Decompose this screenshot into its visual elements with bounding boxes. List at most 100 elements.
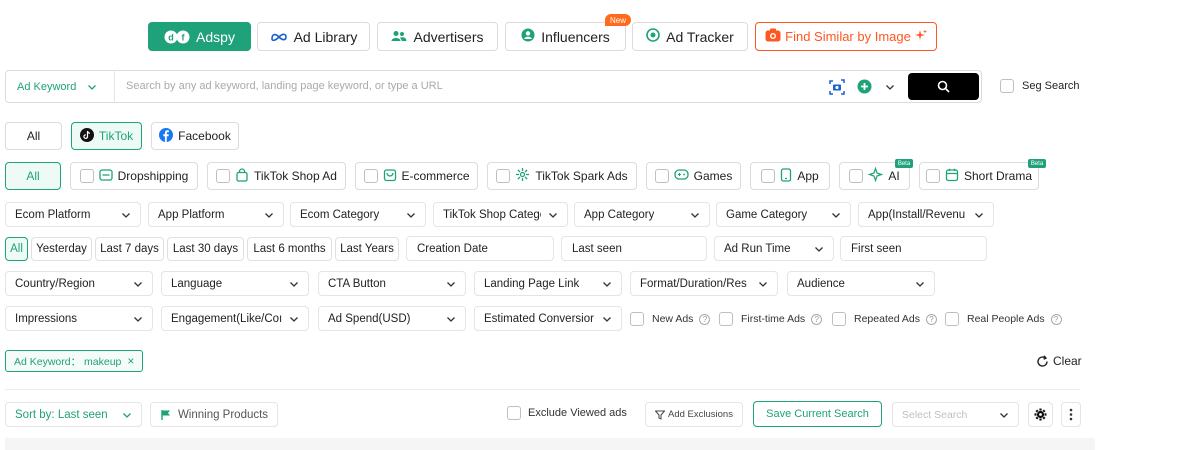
exclude-viewed-ads-filter[interactable]: Exclude Viewed ads xyxy=(507,406,627,420)
time-all[interactable]: All xyxy=(5,237,28,261)
app-category-dropdown[interactable]: App Category xyxy=(574,202,710,227)
repeated-ads-checkbox[interactable] xyxy=(832,312,846,326)
platform-tiktok[interactable]: TikTok xyxy=(71,122,142,150)
new-badge: New xyxy=(605,14,631,26)
help-icon[interactable]: ? xyxy=(925,313,937,325)
app-platform-dropdown[interactable]: App Platform xyxy=(148,202,284,227)
help-icon[interactable]: ? xyxy=(1050,313,1062,325)
ecom-platform-dropdown[interactable]: Ecom Platform xyxy=(5,202,141,227)
engagement-dropdown[interactable]: Engagement(Like/Coı xyxy=(161,306,309,331)
impressions-dropdown[interactable]: Impressions xyxy=(5,306,153,331)
find-similar-by-image-button[interactable]: Find Similar by Image xyxy=(755,22,937,51)
format-label: Format/Duration/Res xyxy=(640,277,747,290)
category-all[interactable]: All xyxy=(5,162,61,190)
cta-button-dropdown[interactable]: CTA Button xyxy=(318,271,466,296)
chevron-down-icon xyxy=(916,281,924,287)
category-app-checkbox[interactable] xyxy=(761,169,776,183)
first-time-ads-filter[interactable]: First-time Ads ? xyxy=(719,312,823,326)
country-region-dropdown[interactable]: Country/Region xyxy=(5,271,153,296)
add-exclusions-label: Add Exclusions xyxy=(668,409,733,420)
category-spark-ads-checkbox[interactable] xyxy=(496,169,511,183)
time-last-years[interactable]: Last Years xyxy=(335,237,399,261)
platform-all[interactable]: All xyxy=(5,122,62,150)
clear-button[interactable]: Clear xyxy=(1036,354,1082,368)
ecom-category-dropdown[interactable]: Ecom Category xyxy=(290,202,426,227)
first-seen-input[interactable]: First seen xyxy=(840,236,987,261)
real-people-ads-filter[interactable]: Real People Ads ? xyxy=(945,312,1062,326)
category-dropshipping[interactable]: Dropshipping xyxy=(70,162,198,190)
category-tiktok-shop-ad-checkbox[interactable] xyxy=(216,169,231,183)
tab-adspy[interactable]: df Adspy xyxy=(148,22,251,51)
search-button[interactable] xyxy=(908,73,979,100)
tab-ad-tracker-label: Ad Tracker xyxy=(666,28,734,45)
platform-facebook[interactable]: Facebook xyxy=(151,122,239,150)
add-exclusions-button[interactable]: Add Exclusions xyxy=(645,402,743,427)
category-app[interactable]: App xyxy=(750,162,830,190)
search-type-label: Ad Keyword xyxy=(17,80,77,93)
app-install-revenue-dropdown[interactable]: App(Install/Revenu xyxy=(858,202,994,227)
help-icon[interactable]: ? xyxy=(811,313,823,325)
seg-search-label: Seg Search xyxy=(1022,80,1080,92)
real-people-ads-checkbox[interactable] xyxy=(945,312,959,326)
last-seen-input[interactable]: Last seen xyxy=(561,236,707,261)
more-options-button[interactable] xyxy=(1061,402,1081,427)
new-ads-filter[interactable]: New Ads ? xyxy=(630,312,711,326)
close-icon[interactable]: × xyxy=(127,354,134,368)
tiktok-shop-category-dropdown[interactable]: TikTok Shop Categé xyxy=(433,202,568,227)
meta-icon xyxy=(270,29,288,45)
category-ecommerce[interactable]: E-commerce xyxy=(355,162,478,190)
add-circle-icon[interactable] xyxy=(857,79,872,97)
select-search-dropdown[interactable]: Select Search xyxy=(892,402,1019,427)
category-games[interactable]: Games xyxy=(646,162,741,190)
settings-button[interactable] xyxy=(1028,402,1053,427)
format-duration-dropdown[interactable]: Format/Duration/Res xyxy=(630,271,778,296)
first-seen-label: First seen xyxy=(851,242,902,255)
category-short-drama[interactable]: Short Drama xyxy=(919,162,1039,190)
game-category-dropdown[interactable]: Game Category xyxy=(716,202,851,227)
search-options-chevron-icon[interactable] xyxy=(884,81,896,96)
ad-spend-label: Ad Spend(USD) xyxy=(328,312,411,325)
camera-icon xyxy=(765,28,781,45)
seg-search-box[interactable] xyxy=(1000,79,1014,93)
category-ai-checkbox[interactable] xyxy=(849,169,864,183)
language-dropdown[interactable]: Language xyxy=(161,271,309,296)
time-last6m-label: Last 6 months xyxy=(253,243,326,255)
creation-date-input[interactable]: Creation Date xyxy=(406,236,554,261)
new-ads-checkbox[interactable] xyxy=(630,312,644,326)
save-current-search-button[interactable]: Save Current Search xyxy=(753,401,882,427)
time-yesterday[interactable]: Yesterday xyxy=(31,237,92,261)
image-search-icon[interactable] xyxy=(829,79,845,98)
repeated-ads-filter[interactable]: Repeated Ads ? xyxy=(832,312,937,326)
sort-dropdown[interactable]: Sort by: Last seen xyxy=(5,402,142,427)
tab-advertisers[interactable]: Advertisers xyxy=(377,22,498,51)
search-type-select[interactable]: Ad Keyword xyxy=(5,70,115,103)
help-icon[interactable]: ? xyxy=(699,313,711,325)
category-short-drama-checkbox[interactable] xyxy=(925,169,940,183)
ai-beta-badge: Beta xyxy=(895,159,913,168)
app-category-label: App Category xyxy=(584,208,655,221)
tab-ad-tracker[interactable]: Ad Tracker xyxy=(632,22,748,51)
first-time-ads-checkbox[interactable] xyxy=(719,312,733,326)
time-last-7-days[interactable]: Last 7 days xyxy=(95,237,164,261)
filter-icon xyxy=(655,410,666,420)
time-last-30-days[interactable]: Last 30 days xyxy=(167,237,244,261)
seg-search-checkbox[interactable]: Seg Search xyxy=(1000,79,1079,93)
time-last-6-months[interactable]: Last 6 months xyxy=(247,237,332,261)
tab-influencers[interactable]: Influencers xyxy=(505,22,626,51)
category-tiktok-spark-ads[interactable]: TikTok Spark Ads xyxy=(487,162,637,190)
search-input[interactable]: Search by any ad keyword, landing page k… xyxy=(126,80,443,92)
category-dropshipping-checkbox[interactable] xyxy=(79,169,94,183)
exclude-viewed-checkbox[interactable] xyxy=(507,406,521,420)
audience-dropdown[interactable]: Audience xyxy=(787,271,935,296)
estimated-conversion-dropdown[interactable]: Estimated Conversior xyxy=(474,306,622,331)
category-games-checkbox[interactable] xyxy=(654,169,669,183)
category-ecommerce-checkbox[interactable] xyxy=(363,169,378,183)
ad-spend-dropdown[interactable]: Ad Spend(USD) xyxy=(318,306,466,331)
platform-tiktok-label: TikTok xyxy=(98,129,134,143)
audience-label: Audience xyxy=(797,277,845,290)
ad-run-time-dropdown[interactable]: Ad Run Time xyxy=(714,236,834,261)
category-tiktok-shop-ad[interactable]: TikTok Shop Ad xyxy=(207,162,346,190)
landing-page-link-dropdown[interactable]: Landing Page Link xyxy=(474,271,622,296)
tab-ad-library[interactable]: Ad Library xyxy=(257,22,370,51)
winning-products-button[interactable]: Winning Products xyxy=(150,402,278,427)
